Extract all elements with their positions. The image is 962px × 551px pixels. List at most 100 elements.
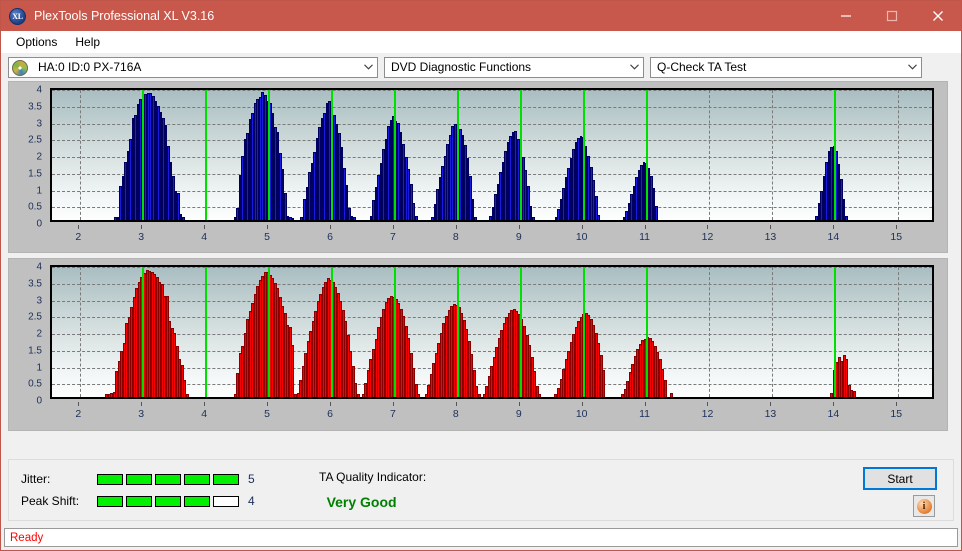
meter-segment — [155, 473, 181, 485]
plot-area — [50, 265, 934, 399]
meter-segment — [97, 495, 123, 507]
x-axis-tick-label: 7 — [389, 408, 396, 420]
chevron-down-icon — [360, 64, 377, 70]
chart-bar — [655, 205, 658, 220]
track-marker-line — [142, 267, 145, 397]
info-button[interactable]: i — [913, 495, 935, 517]
y-axis-tick-label: 2.5 — [28, 134, 42, 146]
x-axis-tick — [78, 402, 80, 406]
chevron-down-icon — [904, 64, 921, 70]
test-select[interactable]: Q-Check TA Test — [650, 56, 922, 78]
x-axis-labels: 2 3 4 5 6 7 8 9 10 11 12 13 14 15 — [50, 225, 934, 247]
close-icon[interactable] — [915, 1, 961, 31]
chart-bar — [356, 393, 360, 397]
gridline-horizontal — [52, 106, 932, 108]
charts-area: 0 0.5 1 1.5 2 2.5 3 3.5 4 2 3 4 5 6 7 8 9 10 11 12 13 14 15 00… — [1, 81, 961, 431]
x-axis-tick — [707, 225, 709, 229]
function-select[interactable]: DVD Diagnostic Functions — [384, 56, 644, 78]
x-axis-tick-label: 2 — [75, 231, 82, 243]
x-axis-tick-label: 10 — [575, 231, 588, 243]
peak-shift-row: Peak Shift: 4 — [21, 490, 255, 512]
x-axis-tick-label: 5 — [264, 231, 270, 243]
x-axis-tick-label: 10 — [575, 408, 588, 420]
window-title: PlexTools Professional XL V3.16 — [34, 9, 215, 23]
chart-bar — [417, 393, 421, 397]
x-axis-tick — [204, 225, 206, 229]
menu-bar: Options Help — [1, 31, 961, 53]
ta-quality-label: TA Quality Indicator: — [319, 470, 427, 484]
y-axis-tick-label: 0.5 — [28, 201, 42, 213]
track-marker-line — [645, 90, 648, 220]
menu-item-options[interactable]: Options — [7, 33, 66, 51]
meter-segment — [97, 473, 123, 485]
drive-select[interactable]: HA:0 ID:0 PX-716A — [8, 56, 378, 78]
y-axis-tick-label: 1.5 — [28, 345, 42, 357]
meter-segment — [126, 495, 152, 507]
y-axis-tick-label: 3.5 — [28, 278, 42, 290]
window-controls — [823, 1, 961, 31]
x-axis-tick — [833, 225, 835, 229]
x-axis-labels: 2 3 4 5 6 7 8 9 10 11 12 13 14 15 — [50, 402, 934, 424]
x-axis-tick — [329, 225, 331, 229]
chart-bar — [291, 218, 295, 220]
x-axis-tick — [392, 225, 394, 229]
chart-bar — [663, 380, 667, 397]
x-axis-tick-label: 3 — [138, 408, 145, 420]
ta-quality-value: Very Good — [326, 494, 397, 510]
x-axis-tick — [770, 402, 772, 406]
x-axis-tick-label: 15 — [890, 408, 903, 420]
x-axis-tick — [581, 402, 583, 406]
gridline-horizontal — [52, 334, 932, 335]
maximize-icon[interactable] — [869, 1, 915, 31]
peak-shift-label: Peak Shift: — [21, 494, 80, 508]
x-axis-tick-label: 7 — [389, 231, 396, 243]
status-bar: Ready — [4, 528, 958, 547]
x-axis-tick-label: 6 — [327, 231, 333, 243]
x-axis-tick — [455, 402, 457, 406]
x-axis-tick-label: 9 — [515, 231, 522, 243]
x-axis-tick-label: 11 — [639, 231, 651, 243]
track-marker-line — [456, 90, 459, 220]
track-marker-line — [456, 267, 459, 397]
x-axis-tick-label: 4 — [201, 231, 208, 243]
track-marker-line — [582, 90, 585, 220]
y-axis-tick-label: 1.5 — [28, 168, 42, 180]
minimize-icon[interactable] — [823, 1, 869, 31]
meter-segment — [126, 473, 152, 485]
track-marker-line — [834, 267, 837, 397]
y-axis-tick-label: 1 — [36, 185, 42, 196]
menu-item-help[interactable]: Help — [66, 33, 109, 51]
chart-plot-region: 0 0.5 1 1.5 2 2.5 3 3.5 4 2 3 4 5 6 7 8 9 10 11 12 13 14 15 — [9, 82, 947, 252]
y-axis-tick-label: 0 — [36, 395, 42, 407]
x-axis-tick — [455, 225, 457, 229]
start-button[interactable]: Start — [863, 467, 937, 490]
chart-bar — [845, 215, 848, 220]
track-marker-line — [393, 267, 396, 397]
gridline-vertical — [898, 267, 900, 397]
x-axis-tick — [204, 402, 206, 406]
gridline-vertical — [80, 90, 82, 220]
x-axis-tick — [329, 402, 331, 406]
x-axis-tick-label: 14 — [827, 231, 840, 243]
y-axis-labels: 0 0.5 1 1.5 2 2.5 3 3.5 4 — [9, 262, 46, 407]
y-axis-tick-label: 3 — [36, 118, 42, 129]
chart-bar — [852, 390, 856, 397]
meter-segment — [184, 495, 210, 507]
gridline-horizontal — [52, 123, 932, 125]
gridline-horizontal — [52, 267, 932, 268]
gridline-vertical — [898, 90, 900, 220]
gridline-horizontal — [52, 190, 932, 192]
x-axis-tick-label: 14 — [827, 408, 840, 420]
jitter-row: Jitter: 5 — [21, 468, 255, 490]
track-marker-line — [393, 90, 396, 220]
ta-test-chart-bottom: 0 0.5 1 1.5 2 2.5 3 3.5 4 2 3 4 5 6 7 8 9 10 11 12 13 14 15 — [8, 258, 948, 431]
function-select-value: DVD Diagnostic Functions — [391, 60, 532, 74]
x-axis-tick-label: 15 — [890, 231, 903, 243]
peak-shift-meter — [97, 495, 239, 507]
y-axis-tick-label: 0 — [36, 218, 42, 230]
track-marker-line — [205, 267, 208, 397]
x-axis-tick — [518, 402, 520, 406]
drive-select-value: HA:0 ID:0 PX-716A — [38, 60, 142, 74]
gridline-horizontal — [52, 300, 932, 302]
track-marker-line — [330, 267, 333, 397]
